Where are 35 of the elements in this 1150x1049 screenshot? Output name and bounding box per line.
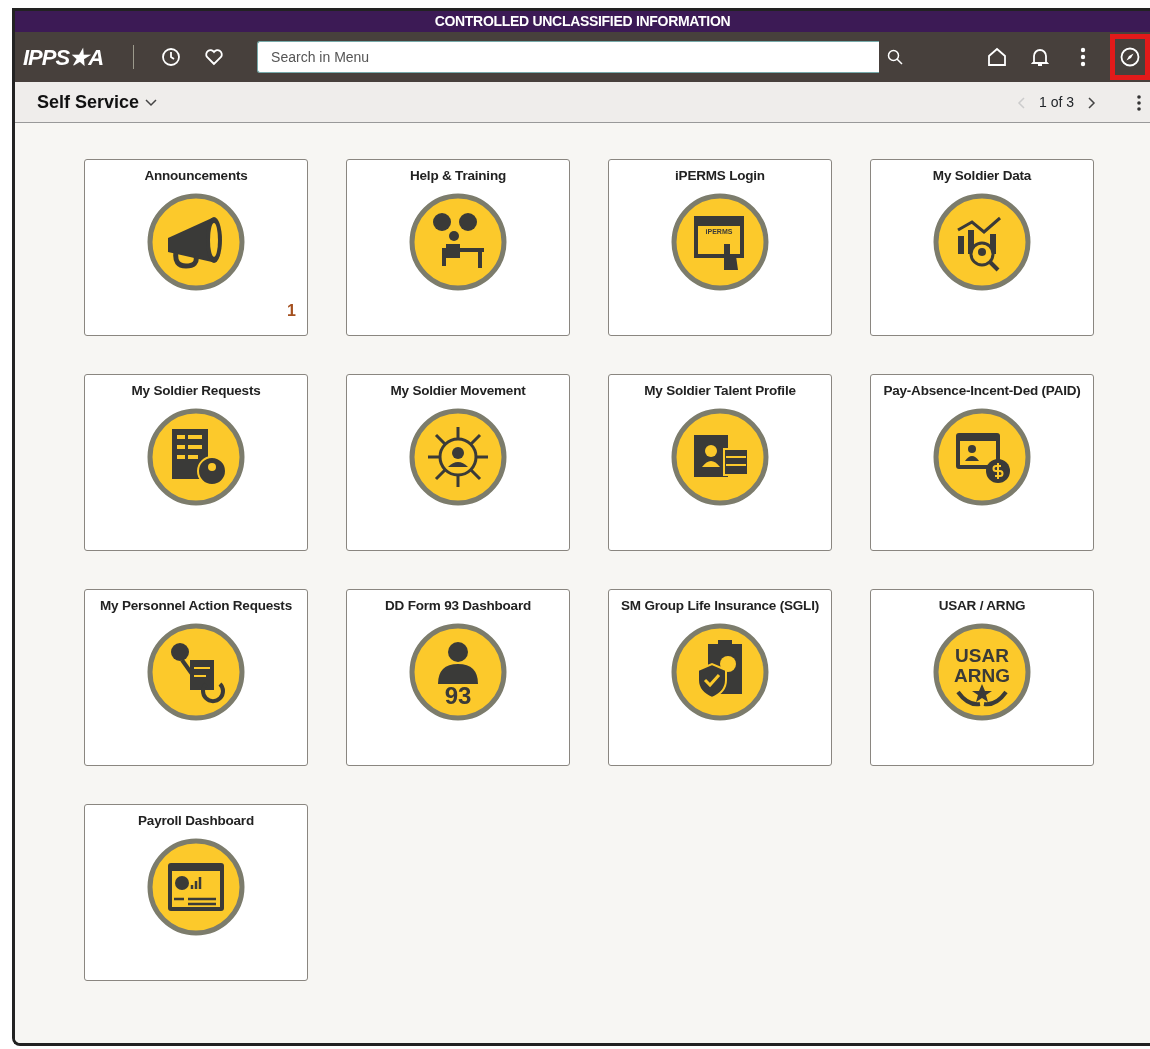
app-tile[interactable]: My Soldier Requests [84, 374, 308, 551]
window-dollar-icon [932, 407, 1032, 508]
app-tile[interactable]: Announcements 1 [84, 159, 308, 336]
app-tile[interactable]: My Soldier Movement [346, 374, 570, 551]
person-badge-icon: 93 [408, 622, 508, 723]
page-counter: 1 of 3 [1038, 92, 1074, 112]
megaphone-icon [146, 192, 246, 293]
pin-document-icon [146, 622, 246, 723]
page-title-menu[interactable]: Self Service [37, 88, 158, 116]
app-tile[interactable]: USAR / ARNG USAR ARNG [870, 589, 1094, 766]
app-tile[interactable]: My Soldier Data [870, 159, 1094, 336]
bar-chart-person-icon [932, 192, 1032, 293]
app-tile[interactable]: Help & Training [346, 159, 570, 336]
person-arrows-icon [408, 407, 508, 508]
classification-banner: CONTROLLED UNCLASSIFIED INFORMATION [15, 11, 1150, 32]
search-field[interactable]: Search in Menu [257, 41, 879, 73]
app-tile[interactable]: My Soldier Talent Profile [608, 374, 832, 551]
chevron-down-icon [145, 98, 158, 107]
app-tile[interactable]: Payroll Dashboard [84, 804, 308, 981]
search-icon [886, 49, 903, 65]
logo[interactable]: IPPS★A [23, 40, 117, 74]
profile-card-icon [670, 407, 770, 508]
app-tile[interactable]: My Personnel Action Requests [84, 589, 308, 766]
chevron-right-icon [1088, 96, 1096, 109]
clipboard-shield-icon [670, 622, 770, 723]
app-tile[interactable]: Pay-Absence-Incent-Ded (PAID) [870, 374, 1094, 551]
emblem-icon: USAR ARNG [932, 622, 1032, 723]
app-tile[interactable]: DD Form 93 Dashboard 93 [346, 589, 570, 766]
app-tile[interactable]: SM Group Life Insurance (SGLI) [608, 589, 832, 766]
person-at-desk-icon [408, 192, 508, 293]
payroll-window-icon [146, 837, 246, 938]
notification-count: 1 [287, 301, 296, 321]
compass-icon[interactable] [1110, 34, 1150, 80]
document-person-icon [146, 407, 246, 508]
chevron-left-icon [1016, 96, 1025, 109]
